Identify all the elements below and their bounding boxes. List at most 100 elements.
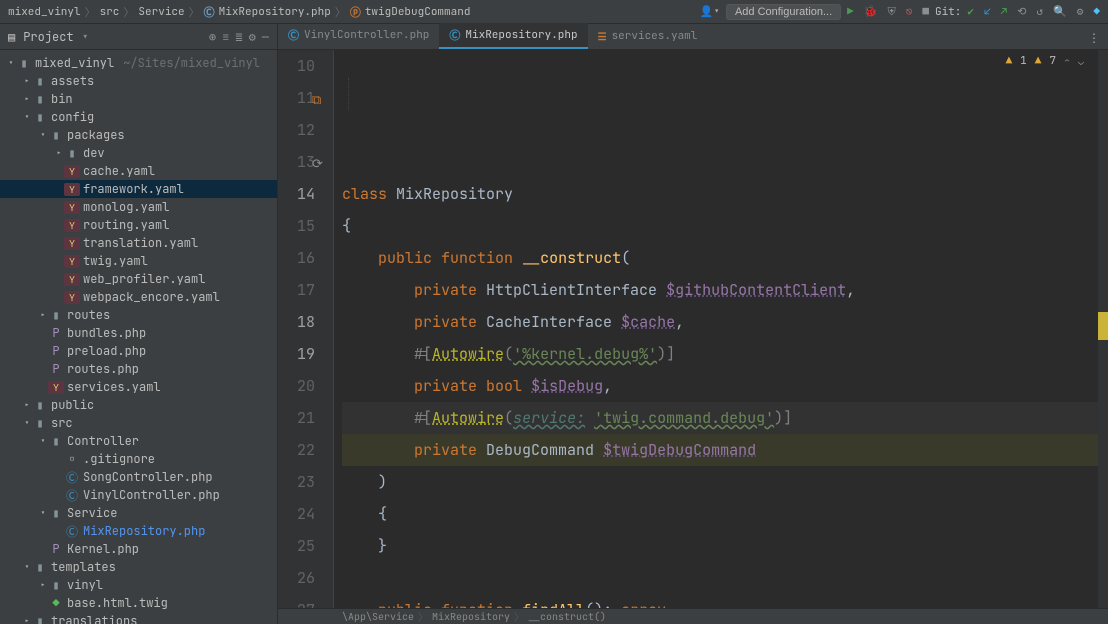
project-tool-title[interactable]: Project [23,29,73,45]
code-line[interactable]: } [342,530,1108,562]
tree-item[interactable]: ▾▮mixed_vinyl~/Sites/mixed_vinyl [0,54,277,72]
expand-icon[interactable]: ≡ [222,29,229,45]
project-tree[interactable]: ▾▮mixed_vinyl~/Sites/mixed_vinyl▸▮assets… [0,50,278,624]
revert-icon[interactable]: ↺ [1036,5,1043,19]
line-number[interactable]: 19 [278,338,315,370]
tree-arrow-icon[interactable]: ▾ [38,435,48,447]
add-configuration-button[interactable]: Add Configuration... [726,4,841,20]
tree-item[interactable]: ▸▮public [0,396,277,414]
tree-item[interactable]: Ywebpack_encore.yaml [0,288,277,306]
tree-item[interactable]: ▸▮bin [0,90,277,108]
tree-item[interactable]: ◆base.html.twig [0,594,277,612]
tree-item[interactable]: ▸▮translations [0,612,277,624]
bottom-breadcrumb[interactable]: \App\Service 〉 MixRepository 〉 __constru… [278,608,1108,624]
usages-icon[interactable]: ⧉ [312,84,321,116]
git-update-icon[interactable]: ↙ [984,5,991,19]
inspection-widget[interactable]: ▲1 ▲7 ⌃ ⌄ [1006,54,1084,68]
tree-arrow-icon[interactable]: ▸ [22,399,32,411]
tree-item[interactable]: ⒸMixRepository.php [0,522,277,540]
tree-arrow-icon[interactable]: ▾ [38,507,48,519]
chevron-up-icon[interactable]: ⌃ [1064,55,1070,68]
history-icon[interactable]: ⟲ [1017,5,1026,19]
tree-item[interactable]: Yservices.yaml [0,378,277,396]
tree-item[interactable]: PKernel.php [0,540,277,558]
tree-arrow-icon[interactable]: ▾ [22,561,32,573]
profiler-icon[interactable]: ⎋ [906,5,913,19]
tree-item[interactable]: ⒸSongController.php [0,468,277,486]
breadcrumb-item[interactable]: twigDebugCommand [365,5,471,19]
coverage-icon[interactable]: ⛨ [887,5,895,19]
tree-item[interactable]: ▾▮config [0,108,277,126]
line-number[interactable]: 18 [278,306,315,338]
tree-arrow-icon[interactable]: ▸ [22,93,32,105]
tree-item[interactable]: Pbundles.php [0,324,277,342]
editor-tab[interactable]: ☰ services.yaml [588,25,708,49]
line-number[interactable]: 16 [278,242,315,274]
code-line[interactable]: public function __construct( [342,242,1108,274]
tree-item[interactable]: ▾▮templates [0,558,277,576]
git-push-icon[interactable]: ↗ [1001,5,1008,19]
tree-item[interactable]: ▾▮src [0,414,277,432]
tree-item[interactable]: ▸▮assets [0,72,277,90]
breadcrumb-item[interactable]: Service [138,5,184,19]
editor-tab[interactable]: Ⓒ MixRepository.php [439,23,587,49]
run-icon[interactable]: ▶ [847,5,854,19]
line-number[interactable]: 15 [278,210,315,242]
code-line[interactable]: private bool $isDebug, [342,370,1108,402]
code-line[interactable]: ) [342,466,1108,498]
tree-arrow-icon[interactable]: ▸ [38,309,48,321]
code-line[interactable]: #[Autowire('%kernel.debug%')] [342,338,1108,370]
stop-icon[interactable]: ■ [922,5,929,19]
tree-arrow-icon[interactable]: ▸ [22,75,32,87]
tree-item[interactable]: ▾▮packages [0,126,277,144]
tree-arrow-icon[interactable]: ▸ [54,147,64,159]
error-stripe[interactable] [1098,50,1108,608]
code-line[interactable]: private HttpClientInterface $githubConte… [342,274,1108,306]
tree-item[interactable]: Ymonolog.yaml [0,198,277,216]
breadcrumb-item[interactable]: src [100,5,120,19]
line-number[interactable]: 12 [278,114,315,146]
breadcrumb-segment[interactable]: MixRepository [432,610,510,623]
search-icon[interactable]: 🔍 [1053,5,1067,19]
git-commit-icon[interactable]: ✔ [967,5,974,19]
code-area[interactable]: class MixRepository{ public function __c… [334,50,1108,608]
code-line[interactable]: { [342,210,1108,242]
tree-item[interactable]: ▫.gitignore [0,450,277,468]
code-line[interactable] [342,562,1108,594]
line-number[interactable]: 20 [278,370,315,402]
select-opened-icon[interactable]: ⊕ [209,29,216,45]
line-number[interactable]: 11 [278,82,315,114]
editor-tab[interactable]: Ⓒ VinylController.php [278,23,439,49]
line-number[interactable]: 10 [278,50,315,82]
line-number[interactable]: 17 [278,274,315,306]
line-number[interactable]: 26 [278,562,315,594]
override-icon[interactable]: ⟳ [312,148,323,180]
breadcrumb-segment[interactable]: \App\Service [342,610,414,623]
more-icon[interactable]: ⋮ [1088,30,1100,46]
tree-item[interactable]: Proutes.php [0,360,277,378]
tree-item[interactable]: ⒸVinylController.php [0,486,277,504]
ide-icon[interactable]: ◆ [1093,5,1100,19]
tree-item[interactable]: ▾▮Controller [0,432,277,450]
tree-item[interactable]: ▸▮dev [0,144,277,162]
code-line[interactable]: public function findAll(): array [342,594,1108,608]
tree-arrow-icon[interactable]: ▾ [22,417,32,429]
tree-item[interactable]: Yframework.yaml [0,180,277,198]
tree-item[interactable]: Yrouting.yaml [0,216,277,234]
breadcrumb-root[interactable]: mixed_vinyl [8,5,81,19]
tree-arrow-icon[interactable]: ▾ [6,57,16,69]
collapse-icon[interactable]: ≣ [235,29,242,45]
tree-item[interactable]: Ytwig.yaml [0,252,277,270]
tree-item[interactable]: Ytranslation.yaml [0,234,277,252]
chevron-down-icon[interactable]: ⌄ [1078,55,1084,68]
tree-item[interactable]: ▸▮vinyl [0,576,277,594]
line-number[interactable]: 27 [278,594,315,608]
tree-arrow-icon[interactable]: ▸ [38,579,48,591]
breadcrumb-item[interactable]: MixRepository.php [219,5,331,19]
tree-item[interactable]: Ycache.yaml [0,162,277,180]
code-line[interactable]: { [342,498,1108,530]
line-number[interactable]: 25 [278,530,315,562]
code-line[interactable] [342,146,1108,178]
settings-icon[interactable]: ⚙ [1077,5,1084,19]
dropdown-icon[interactable]: ▾ [82,29,89,45]
